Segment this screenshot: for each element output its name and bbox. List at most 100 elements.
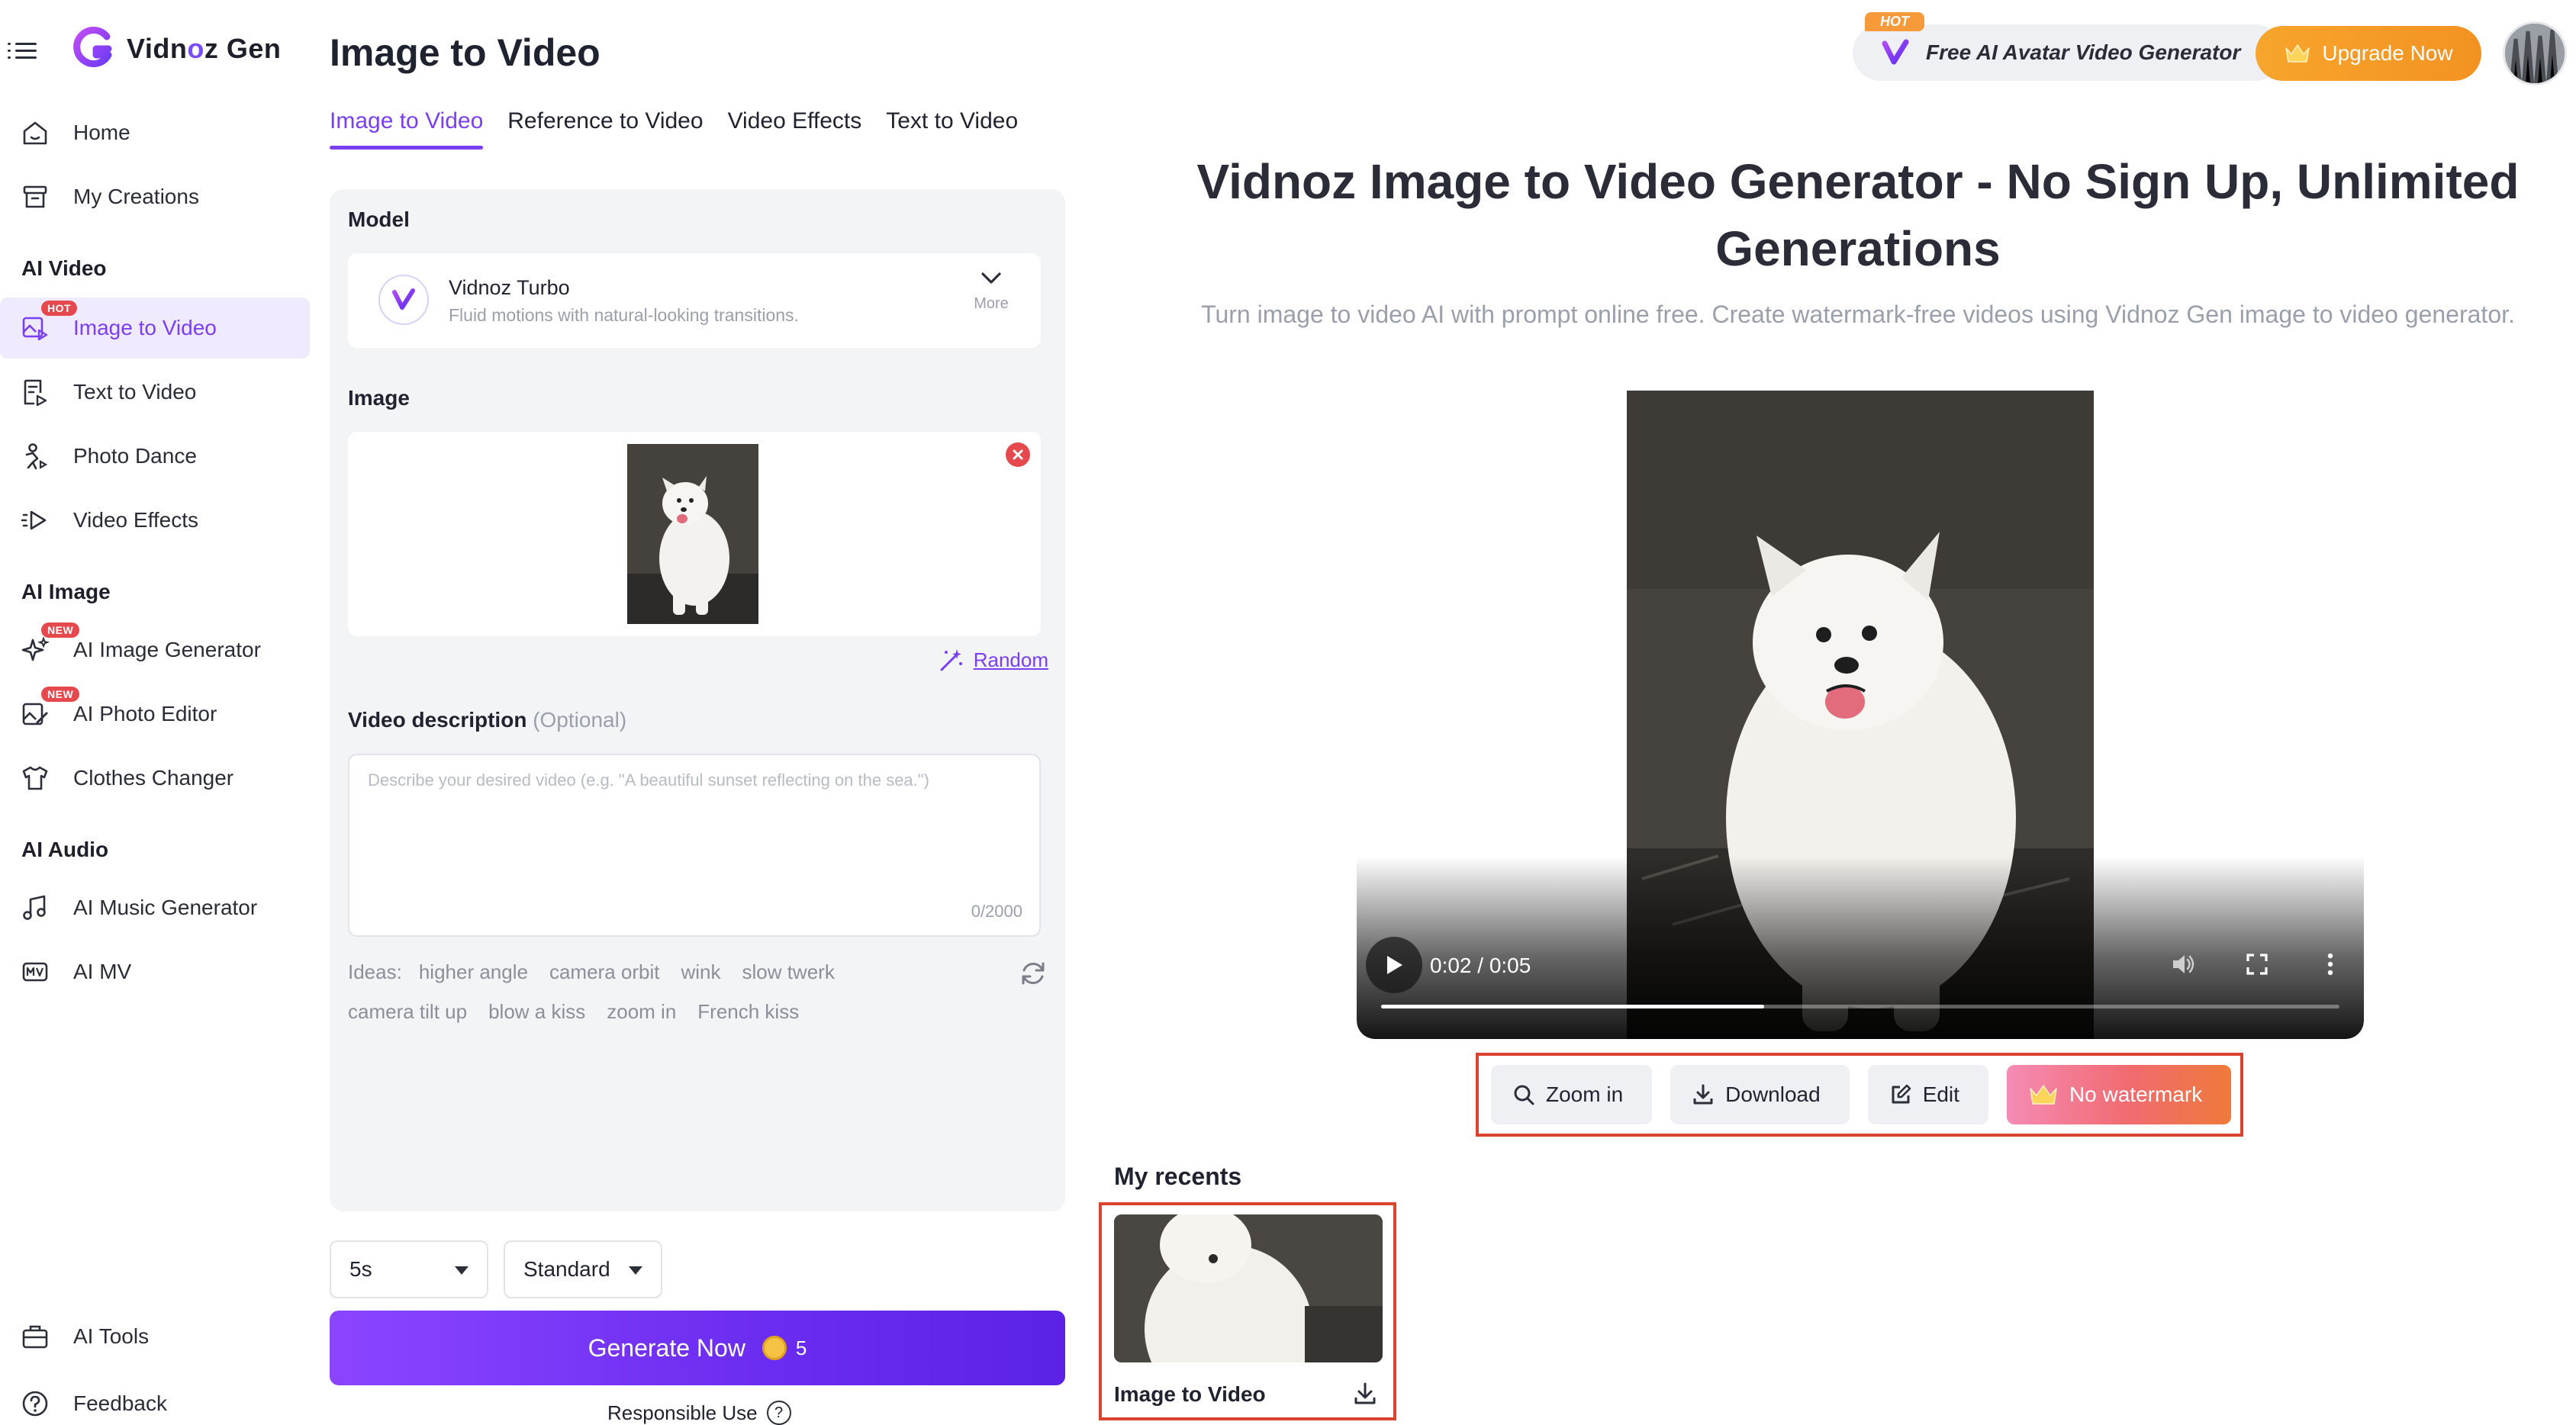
tab-video-effects[interactable]: Video Effects (728, 108, 862, 150)
sidebar-item-label: AI Tools (73, 1324, 150, 1348)
sidebar-item-image-to-video[interactable]: HOT Image to Video (0, 298, 310, 359)
hot-badge: HOT (1865, 12, 1924, 31)
sidebar-item-ai-mv[interactable]: AI MV (0, 941, 310, 1002)
sidebar-item-ai-music-generator[interactable]: AI Music Generator (0, 877, 310, 938)
video-time: 0:02 / 0:05 (1430, 954, 1531, 977)
promo-text: Free AI Avatar Video Generator (1926, 40, 2241, 64)
sidebar-item-clothes-changer[interactable]: Clothes Changer (0, 748, 310, 809)
description-field[interactable]: 0/2000 (348, 754, 1041, 937)
sidebar-item-my-creations[interactable]: My Creations (0, 166, 310, 227)
crown-icon (2285, 44, 2310, 63)
download-button[interactable]: Download (1670, 1065, 1850, 1124)
effects-icon (20, 505, 50, 536)
caret-down-icon (455, 1266, 469, 1275)
responsible-use-link[interactable]: Responsible Use ? (607, 1401, 791, 1425)
model-name: Vidnoz Turbo (449, 276, 570, 299)
edit-label: Edit (1922, 1082, 1959, 1106)
quality-select[interactable]: Standard (504, 1240, 662, 1298)
logo[interactable]: Vidnoz Gen (70, 26, 281, 72)
recent-item-label: Image to Video (1114, 1382, 1266, 1406)
sidebar-item-label: My Creations (73, 185, 199, 208)
zoom-in-label: Zoom in (1546, 1082, 1624, 1106)
sidebar-item-label: Clothes Changer (73, 766, 234, 790)
more-label: More (974, 295, 1009, 312)
help-circle-icon (20, 1388, 50, 1419)
recent-item[interactable]: Image to Video (1099, 1202, 1396, 1420)
idea-chip[interactable]: blow a kiss (488, 992, 585, 1031)
idea-chip[interactable]: slow twerk (742, 952, 834, 992)
idea-chip[interactable]: camera tilt up (348, 992, 467, 1031)
recent-thumbnail[interactable] (1114, 1214, 1383, 1362)
avatar[interactable] (2503, 21, 2567, 85)
tab-reference-to-video[interactable]: Reference to Video (507, 108, 703, 150)
logo-mark-icon (73, 27, 112, 68)
sidebar-item-ai-image-generator[interactable]: NEW AI Image Generator (0, 619, 310, 680)
description-label: Video description (Optional) (348, 708, 627, 732)
ideas-label: Ideas: (348, 960, 402, 983)
character-counter: 0/2000 (971, 902, 1022, 921)
page-title: Image to Video (330, 31, 601, 74)
zoom-in-button[interactable]: Zoom in (1491, 1065, 1653, 1124)
random-label: Random (973, 648, 1048, 671)
crown-icon (2030, 1085, 2057, 1105)
hero-subtitle: Turn image to video AI with prompt onlin… (1201, 301, 2515, 328)
image-upload-area[interactable] (348, 432, 1041, 636)
generate-now-button[interactable]: Generate Now 5 (330, 1311, 1065, 1385)
model-more-button[interactable]: More (971, 270, 1012, 313)
shirt-icon (20, 763, 50, 793)
remove-image-button[interactable] (1006, 442, 1030, 467)
sidebar-item-label: Feedback (73, 1391, 167, 1415)
sidebar-item-ai-tools[interactable]: AI Tools (0, 1306, 310, 1367)
image-video-icon: HOT (20, 301, 78, 343)
mv-icon (20, 957, 50, 987)
video-player[interactable]: 0:02 / 0:05 (1357, 391, 2364, 1039)
free-avatar-promo-button[interactable]: HOT Free AI Avatar Video Generator (1853, 12, 2283, 81)
image-label: Image (348, 386, 410, 410)
sidebar-item-home[interactable]: Home (0, 102, 310, 163)
edit-button[interactable]: Edit (1867, 1065, 1988, 1124)
responsible-label: Responsible Use (607, 1401, 758, 1424)
music-note-icon (20, 893, 50, 923)
chevron-down-icon (981, 272, 1001, 284)
idea-chip[interactable]: camera orbit (549, 952, 660, 992)
no-watermark-button[interactable]: No watermark (2006, 1065, 2232, 1124)
quality-value: Standard (523, 1257, 610, 1281)
sidebar-item-feedback[interactable]: Feedback (0, 1373, 310, 1425)
volume-icon[interactable] (2169, 949, 2199, 979)
more-options-icon[interactable] (2315, 949, 2346, 979)
sidebar: Vidnoz Gen Home My Creations AI Video HO… (0, 0, 314, 1425)
idea-chip[interactable]: zoom in (607, 992, 676, 1031)
sidebar-item-ai-photo-editor[interactable]: NEW AI Photo Editor (0, 684, 310, 745)
play-button[interactable] (1366, 937, 1422, 993)
duration-value: 5s (349, 1257, 372, 1281)
tab-text-to-video[interactable]: Text to Video (886, 108, 1018, 150)
menu-icon[interactable] (8, 40, 38, 63)
description-input[interactable] (368, 770, 1024, 900)
idea-chip[interactable]: higher angle (419, 952, 528, 992)
tab-image-to-video[interactable]: Image to Video (330, 108, 484, 150)
model-select[interactable]: Vidnoz Turbo Fluid motions with natural-… (348, 253, 1041, 348)
hot-badge: HOT (41, 301, 78, 316)
idea-chip[interactable]: French kiss (697, 992, 799, 1031)
sidebar-item-label: AI Image Generator (73, 638, 261, 661)
refresh-icon[interactable] (1018, 958, 1048, 989)
section-heading-ai-image: AI Image (21, 580, 111, 603)
fullscreen-icon[interactable] (2242, 949, 2272, 979)
download-icon[interactable] (1352, 1381, 1378, 1407)
sidebar-item-text-to-video[interactable]: Text to Video (0, 362, 310, 423)
generate-label: Generate Now (588, 1333, 745, 1362)
toolbox-icon (20, 1321, 50, 1352)
idea-chip[interactable]: wink (681, 952, 720, 992)
duration-select[interactable]: 5s (330, 1240, 488, 1298)
new-badge: NEW (41, 622, 80, 638)
upgrade-label: Upgrade Now (2322, 41, 2453, 65)
sidebar-item-photo-dance[interactable]: Photo Dance (0, 426, 310, 487)
sidebar-item-video-effects[interactable]: Video Effects (0, 490, 310, 551)
section-heading-ai-audio: AI Audio (21, 838, 109, 861)
logo-text: Vidnoz Gen (127, 33, 282, 64)
upgrade-now-button[interactable]: Upgrade Now (2256, 26, 2481, 81)
video-progress-bar[interactable] (1381, 1005, 2339, 1008)
random-button[interactable]: Random (939, 647, 1048, 673)
my-recents-heading: My recents (1114, 1163, 1242, 1190)
generator-panel: Model Vidnoz Turbo Fluid motions with na… (330, 189, 1065, 1211)
